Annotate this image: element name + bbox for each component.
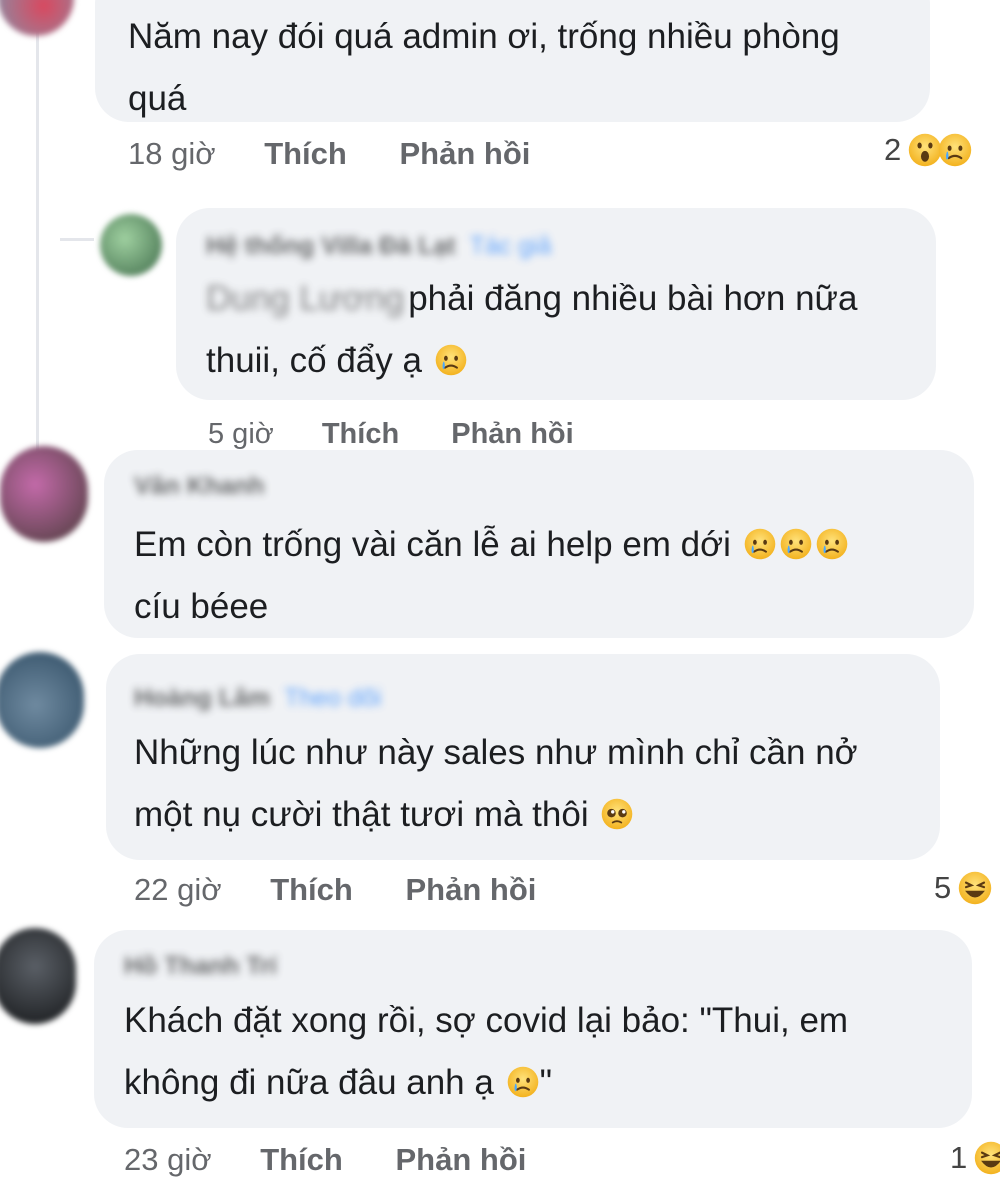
sad-icon xyxy=(743,527,777,561)
sad-icon xyxy=(434,343,468,377)
haha-icon xyxy=(973,1140,1000,1176)
comment-text-line: Những lúc như này sales như mình chỉ cần… xyxy=(134,733,858,772)
comment-text-segment: không đi nữa đâu anh ạ xyxy=(124,1063,494,1102)
haha-icon xyxy=(957,870,993,906)
follow-link[interactable]: Theo dõi xyxy=(284,684,381,712)
like-button[interactable]: Thích xyxy=(260,1142,343,1177)
reaction-summary[interactable]: 5 xyxy=(934,870,993,906)
sad-icon xyxy=(815,527,849,561)
reaction-count: 1 xyxy=(950,1140,968,1175)
comment-text: Năm nay đói quá admin ơi, trống nhiều ph… xyxy=(128,6,840,130)
comment-text-line: Dung Lương phải đăng nhiều bài hơn nữa xyxy=(206,268,857,330)
author-name[interactable]: Hoàng Lâm xyxy=(134,684,270,712)
avatar[interactable] xyxy=(0,928,76,1024)
comment-time[interactable]: 23 giờ xyxy=(124,1142,212,1177)
reply-button[interactable]: Phản hồi xyxy=(395,1142,526,1177)
sad-icon xyxy=(779,527,813,561)
reaction-count: 5 xyxy=(934,870,952,905)
author-name[interactable]: Hồ Thanh Trí xyxy=(124,952,277,980)
comment-text-segment: thuii, cố đẩy ạ xyxy=(206,341,422,380)
reaction-summary[interactable]: 2 xyxy=(884,132,973,168)
thread-line xyxy=(36,0,39,460)
comment-actions: 22 giờ Thích Phản hồi xyxy=(134,872,580,908)
comment-text-line: không đi nữa đâu anh ạ " xyxy=(124,1052,848,1114)
mention-link[interactable]: Dung Lương xyxy=(206,268,404,330)
comment-author[interactable]: Hoàng Lâm Theo dõi xyxy=(134,684,381,713)
comment-text-line: một nụ cười thật tươi mà thôi xyxy=(134,784,858,846)
reply-button[interactable]: Phản hồi xyxy=(399,136,530,171)
comment-text-line: Khách đặt xong rồi, sợ covid lại bảo: "T… xyxy=(124,1001,849,1040)
comment-author[interactable]: Hệ thống Villa Đà Lạt Tác giả xyxy=(206,232,552,261)
author-name[interactable]: Hệ thống Villa Đà Lạt xyxy=(206,232,456,260)
reaction-count: 2 xyxy=(884,132,902,167)
pleading-face-icon xyxy=(600,797,634,831)
author-name[interactable]: Vân Khanh xyxy=(134,472,265,500)
avatar[interactable] xyxy=(0,0,74,36)
reply-connector xyxy=(60,238,94,241)
comment-text-segment: Em còn trống vài căn lễ ai help em dới xyxy=(134,525,731,564)
comment-actions: 5 giờ Thích Phản hồi xyxy=(208,418,618,451)
like-button[interactable]: Thích xyxy=(264,136,347,171)
comment-text-segment: " xyxy=(539,1063,553,1102)
like-button[interactable]: Thích xyxy=(322,418,399,450)
comment-text-line: quá xyxy=(128,79,187,118)
comment-time[interactable]: 22 giờ xyxy=(134,872,222,907)
comment-text: Khách đặt xong rồi, sợ covid lại bảo: "T… xyxy=(124,990,848,1114)
comment-text-segment: một nụ cười thật tươi mà thôi xyxy=(134,795,589,834)
comment-time[interactable]: 5 giờ xyxy=(208,418,274,450)
author-badge: Tác giả xyxy=(469,232,552,260)
reply-button[interactable]: Phản hồi xyxy=(451,418,573,450)
comment-time[interactable]: 18 giờ xyxy=(128,136,216,171)
comment-author[interactable]: Hồ Thanh Trí xyxy=(124,952,277,981)
comment-text: Những lúc như này sales như mình chỉ cần… xyxy=(134,722,858,846)
comment-text: Em còn trống vài căn lễ ai help em dới c… xyxy=(134,514,849,638)
comment-text-line: cíu béee xyxy=(134,587,269,626)
comment-text-segment: phải đăng nhiều bài hơn nữa xyxy=(408,279,858,318)
comment-text-line: thuii, cố đẩy ạ xyxy=(206,330,857,392)
sad-icon xyxy=(506,1065,540,1099)
comment-actions: 23 giờ Thích Phản hồi xyxy=(124,1142,570,1178)
comment-author[interactable]: Vân Khanh xyxy=(134,472,265,501)
reaction-summary[interactable]: 1 xyxy=(950,1140,1000,1176)
comment-text-line: Năm nay đói quá admin ơi, trống nhiều ph… xyxy=(128,17,840,56)
comment-text: Dung Lương phải đăng nhiều bài hơn nữa th… xyxy=(206,268,857,392)
sad-icon xyxy=(937,132,973,168)
comment-text-line: Em còn trống vài căn lễ ai help em dới xyxy=(134,514,849,576)
reply-button[interactable]: Phản hồi xyxy=(405,872,536,907)
avatar[interactable] xyxy=(0,652,84,748)
comment-actions: 18 giờ Thích Phản hồi xyxy=(128,136,574,172)
like-button[interactable]: Thích xyxy=(270,872,353,907)
avatar[interactable] xyxy=(100,214,162,276)
avatar[interactable] xyxy=(0,446,88,542)
